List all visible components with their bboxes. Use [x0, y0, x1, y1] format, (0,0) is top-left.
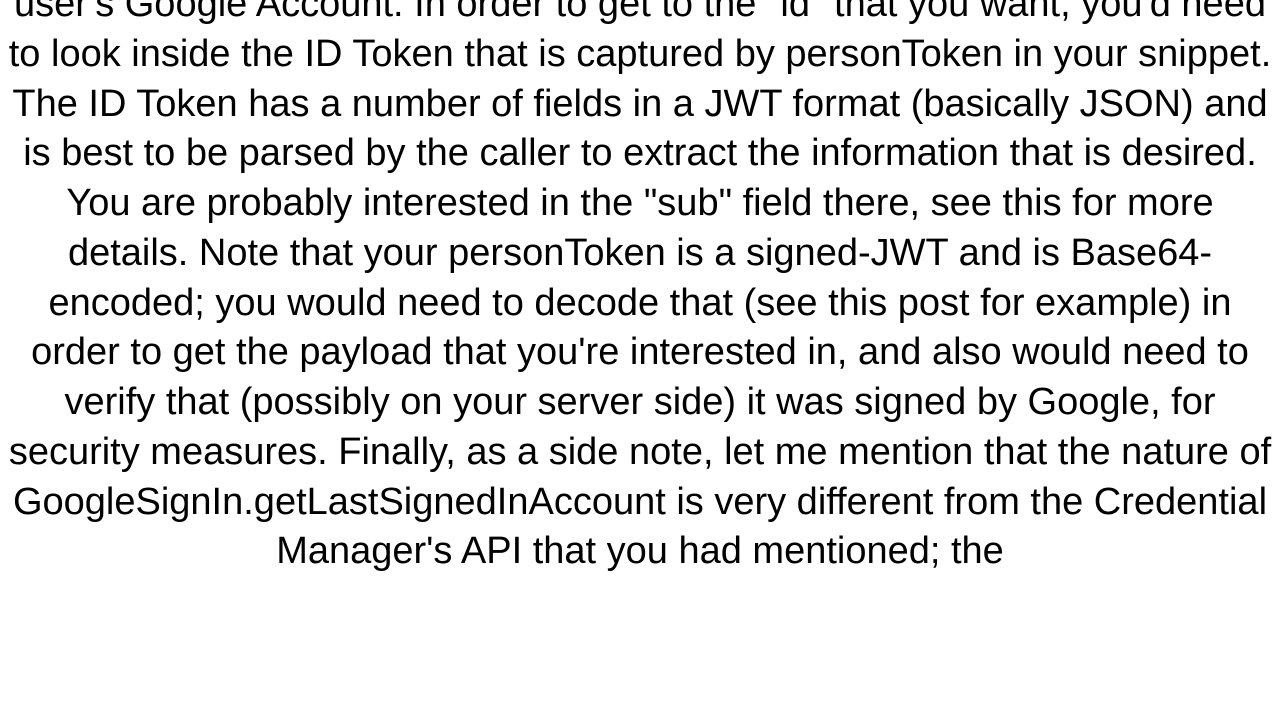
document-content: user's Google Account. In order to get t…: [0, 0, 1280, 720]
body-paragraph: user's Google Account. In order to get t…: [2, 0, 1278, 577]
